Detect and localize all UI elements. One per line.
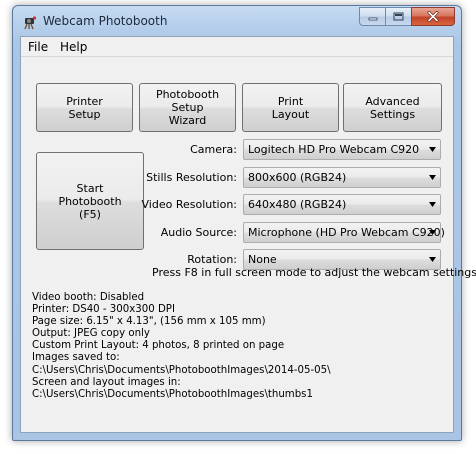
setup-wizard-button[interactable]: Photobooth Setup Wizard (139, 83, 236, 132)
camera-label: Camera: (190, 143, 237, 156)
info-line: Custom Print Layout: 4 photos, 8 printed… (32, 340, 285, 352)
stills-resolution-label: Stills Resolution: (146, 171, 237, 184)
maximize-button[interactable] (385, 7, 411, 26)
advanced-settings-button[interactable]: Advanced Settings (343, 83, 442, 132)
chevron-down-icon (429, 202, 436, 207)
stills-resolution-value: 800x600 (RGB24) (248, 171, 347, 184)
info-line: C:\Users\Chris\Documents\PhotoboothImage… (32, 388, 313, 400)
info-line: Screen and layout images in: (32, 376, 181, 388)
window-controls (359, 7, 455, 26)
info-line: Page size: 6.15" x 4.13", (156 mm x 105 … (32, 316, 266, 328)
info-line: Video booth: Disabled (32, 292, 145, 303)
minimize-icon (368, 17, 377, 20)
webcam-settings-hint: Press F8 in full screen mode to adjust t… (152, 266, 476, 279)
camera-select[interactable]: Logitech HD Pro Webcam C920 (243, 139, 441, 160)
maximize-icon (393, 12, 404, 21)
menu-bar: File Help (21, 37, 453, 57)
minimize-button[interactable] (359, 7, 385, 26)
chevron-down-icon (429, 230, 436, 235)
video-resolution-value: 640x480 (RGB24) (248, 198, 347, 211)
audio-source-select[interactable]: Microphone (HD Pro Webcam C920) (243, 222, 445, 243)
close-icon (427, 11, 439, 22)
rotation-label: Rotation: (187, 253, 237, 266)
menu-file[interactable]: File (28, 40, 48, 54)
printer-setup-button[interactable]: Printer Setup (36, 83, 133, 132)
chevron-down-icon (429, 147, 436, 152)
title-bar[interactable]: Webcam Photobooth (13, 6, 461, 36)
stills-resolution-select[interactable]: 800x600 (RGB24) (243, 167, 441, 188)
audio-source-value: Microphone (HD Pro Webcam C920) (248, 226, 445, 239)
video-resolution-select[interactable]: 640x480 (RGB24) (243, 194, 441, 215)
menu-help[interactable]: Help (60, 40, 87, 54)
chevron-down-icon (429, 175, 436, 180)
print-layout-button[interactable]: Print Layout (242, 83, 339, 132)
info-line: Printer: DS40 - 300x300 DPI (32, 304, 175, 316)
rotation-value: None (248, 253, 277, 266)
camera-app-icon (24, 16, 37, 30)
video-resolution-label: Video Resolution: (141, 198, 238, 211)
info-line: Output: JPEG copy only (32, 328, 150, 340)
audio-source-label: Audio Source: (160, 226, 237, 239)
status-info: Video booth: Disabled Printer: DS40 - 30… (32, 292, 442, 401)
window-title: Webcam Photobooth (43, 14, 168, 28)
info-line: Images saved to: (32, 352, 120, 364)
camera-value: Logitech HD Pro Webcam C920 (248, 143, 420, 156)
info-line: C:\Users\Chris\Documents\PhotoboothImage… (32, 364, 331, 376)
close-button[interactable] (411, 7, 455, 26)
chevron-down-icon (429, 257, 436, 262)
